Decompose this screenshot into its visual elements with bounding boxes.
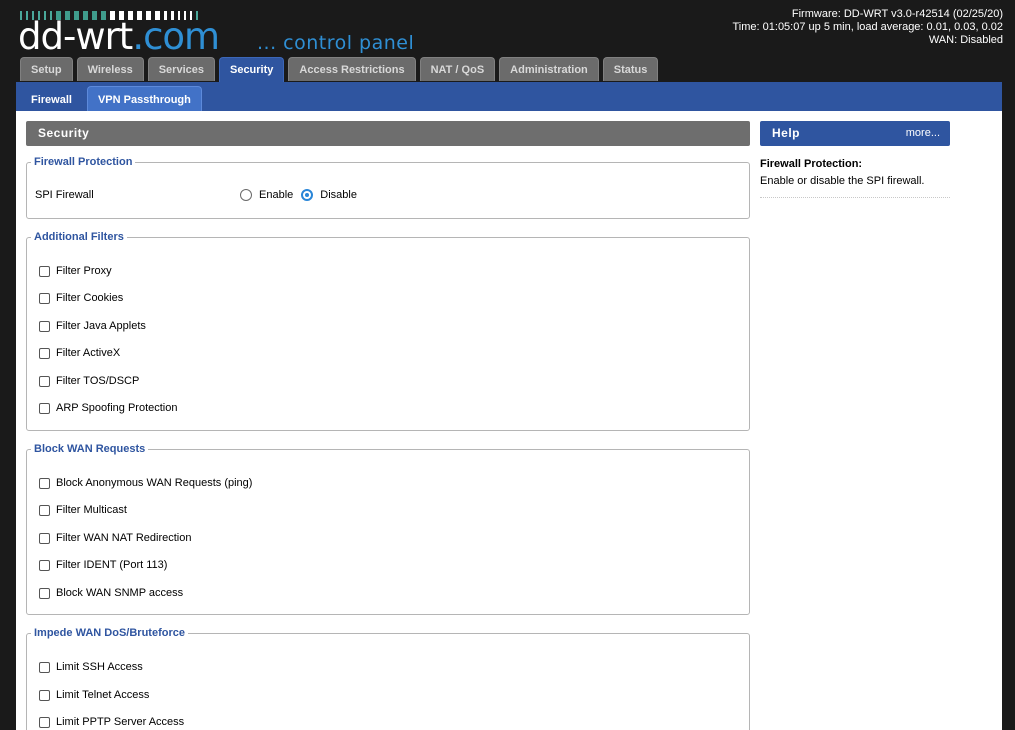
logo-suffix: .com [132,15,220,58]
filter-ident-row: Filter IDENT (Port 113) [39,557,167,573]
limit-telnet-row: Limit Telnet Access [39,687,149,703]
limit-ssh-row: Limit SSH Access [39,659,143,675]
limit-telnet-checkbox[interactable] [39,689,50,701]
filter-ident-checkbox[interactable] [39,559,50,571]
filter-java-checkbox[interactable] [39,320,50,332]
limit-pptp-label: Limit PPTP Server Access [56,716,185,728]
filter-multicast-row: Filter Multicast [39,502,127,518]
block-snmp-row: Block WAN SNMP access [39,585,183,601]
filter-proxy-checkbox[interactable] [39,265,50,277]
filter-nat-row: Filter WAN NAT Redirection [39,530,192,546]
additional-filters-fieldset: Additional Filters Filter Proxy Filter C… [26,231,750,431]
control-panel-title: ... control panel [257,32,415,54]
sub-tabs: Firewall VPN Passthrough [20,86,202,111]
filter-tos-checkbox[interactable] [39,375,50,387]
limit-ssh-checkbox[interactable] [39,661,50,673]
limit-ssh-label: Limit SSH Access [56,661,143,673]
filter-cookies-label: Filter Cookies [56,292,124,304]
filter-cookies-checkbox[interactable] [39,292,50,304]
firmware-version: Firmware: DD-WRT v3.0-r42514 (02/25/20) [791,8,1003,20]
filter-proxy-row: Filter Proxy [39,263,112,279]
help-title: Help [772,126,801,140]
tab-status[interactable]: Status [602,57,659,81]
help-header: Help more... [760,121,950,146]
enable-label: Enable [259,189,294,201]
filter-java-row: Filter Java Applets [39,318,146,334]
filter-nat-label: Filter WAN NAT Redirection [56,532,192,544]
block-wan-legend: Block WAN Requests [34,443,146,455]
help-more-link[interactable]: more... [906,121,940,145]
impede-wan-fieldset: Impede WAN DoS/Bruteforce Limit SSH Acce… [26,627,750,730]
tab-wireless[interactable]: Wireless [76,57,144,81]
arp-spoofing-row: ARP Spoofing Protection [39,400,177,416]
logo: dd-wrt.com [18,15,220,58]
help-text: Enable or disable the SPI firewall. [760,175,925,187]
subtab-firewall[interactable]: Firewall [20,86,83,111]
content-area: Security Firewall Protection SPI Firewal… [16,111,1002,730]
filter-proxy-label: Filter Proxy [56,265,112,277]
tab-setup[interactable]: Setup [20,57,73,81]
spi-firewall-options: Enable Disable [240,187,357,203]
limit-pptp-checkbox[interactable] [39,716,50,728]
uptime: Time: 01:05:07 up 5 min, load average: 0… [732,21,1004,33]
filter-multicast-label: Filter Multicast [56,504,127,516]
logo-main: dd-wrt [18,15,133,58]
filter-multicast-checkbox[interactable] [39,504,50,516]
filter-ident-label: Filter IDENT (Port 113) [56,559,168,571]
tab-access-restrictions[interactable]: Access Restrictions [288,57,416,81]
main-tabs: Setup Wireless Services Security Access … [20,57,659,82]
disable-label: Disable [320,189,357,201]
arp-spoofing-checkbox[interactable] [39,402,50,414]
help-topic: Firewall Protection: [760,158,863,170]
arp-spoofing-label: ARP Spoofing Protection [56,402,178,414]
tab-nat-qos[interactable]: NAT / QoS [419,57,496,81]
filter-activex-label: Filter ActiveX [56,347,121,359]
block-snmp-label: Block WAN SNMP access [56,587,184,599]
firewall-protection-fieldset: Firewall Protection SPI Firewall Enable … [26,156,750,219]
header: dd-wrt.com ... control panel Firmware: D… [0,0,1015,60]
block-wan-fieldset: Block WAN Requests Block Anonymous WAN R… [26,443,750,615]
enable-radio[interactable] [240,189,252,201]
block-anon-label: Block Anonymous WAN Requests (ping) [56,477,253,489]
impede-wan-legend: Impede WAN DoS/Bruteforce [34,627,185,639]
firmware-info: Firmware: DD-WRT v3.0-r42514 (02/25/20) … [733,8,1004,47]
block-anon-row: Block Anonymous WAN Requests (ping) [39,475,252,491]
tab-administration[interactable]: Administration [499,57,599,81]
help-divider [760,197,950,198]
help-body: Firewall Protection: Enable or disable t… [760,156,950,190]
filter-cookies-row: Filter Cookies [39,290,123,306]
firewall-protection-legend: Firewall Protection [34,156,133,168]
filter-activex-row: Filter ActiveX [39,345,120,361]
spi-firewall-label: SPI Firewall [35,189,94,201]
wan-status: WAN: Disabled [928,34,1003,46]
filter-java-label: Filter Java Applets [56,320,146,332]
limit-telnet-label: Limit Telnet Access [56,689,150,701]
disable-radio[interactable] [301,189,314,201]
filter-activex-checkbox[interactable] [39,347,50,359]
block-anon-checkbox[interactable] [39,477,50,489]
section-header: Security [26,121,750,146]
filter-tos-row: Filter TOS/DSCP [39,373,139,389]
filter-tos-label: Filter TOS/DSCP [56,375,140,387]
additional-filters-legend: Additional Filters [34,231,124,243]
subtab-vpn-passthrough[interactable]: VPN Passthrough [86,86,202,111]
block-snmp-checkbox[interactable] [39,587,50,599]
filter-nat-checkbox[interactable] [39,532,50,544]
tab-security[interactable]: Security [218,57,285,82]
tab-services[interactable]: Services [147,57,215,81]
limit-pptp-row: Limit PPTP Server Access [39,714,184,730]
